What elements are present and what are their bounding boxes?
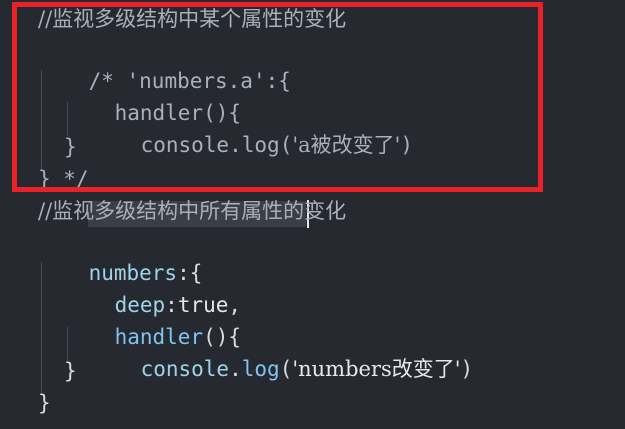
code-line: handler(){ xyxy=(64,292,241,349)
code-editor[interactable]: //监视多级结构中某个属性的变化 /* 'numbers.a':{ handle… xyxy=(0,0,625,429)
code-line: deep:true, xyxy=(64,260,241,317)
code-line-comment: //监视多级结构中所有属性的变化 xyxy=(38,199,347,223)
code-line: console.log('numbers改变了') xyxy=(90,324,474,381)
code-line: } xyxy=(38,391,51,415)
code-line: numbers:{ xyxy=(38,228,203,285)
code-line: } xyxy=(64,359,77,383)
console-object: console xyxy=(140,357,230,381)
code-punctuation: ( xyxy=(279,357,293,381)
highlight-box xyxy=(12,2,543,192)
code-punctuation: . xyxy=(229,357,242,381)
log-function: log xyxy=(241,357,280,381)
code-punctuation: ) xyxy=(460,357,474,381)
log-string: 'numbers改变了' xyxy=(292,357,461,381)
